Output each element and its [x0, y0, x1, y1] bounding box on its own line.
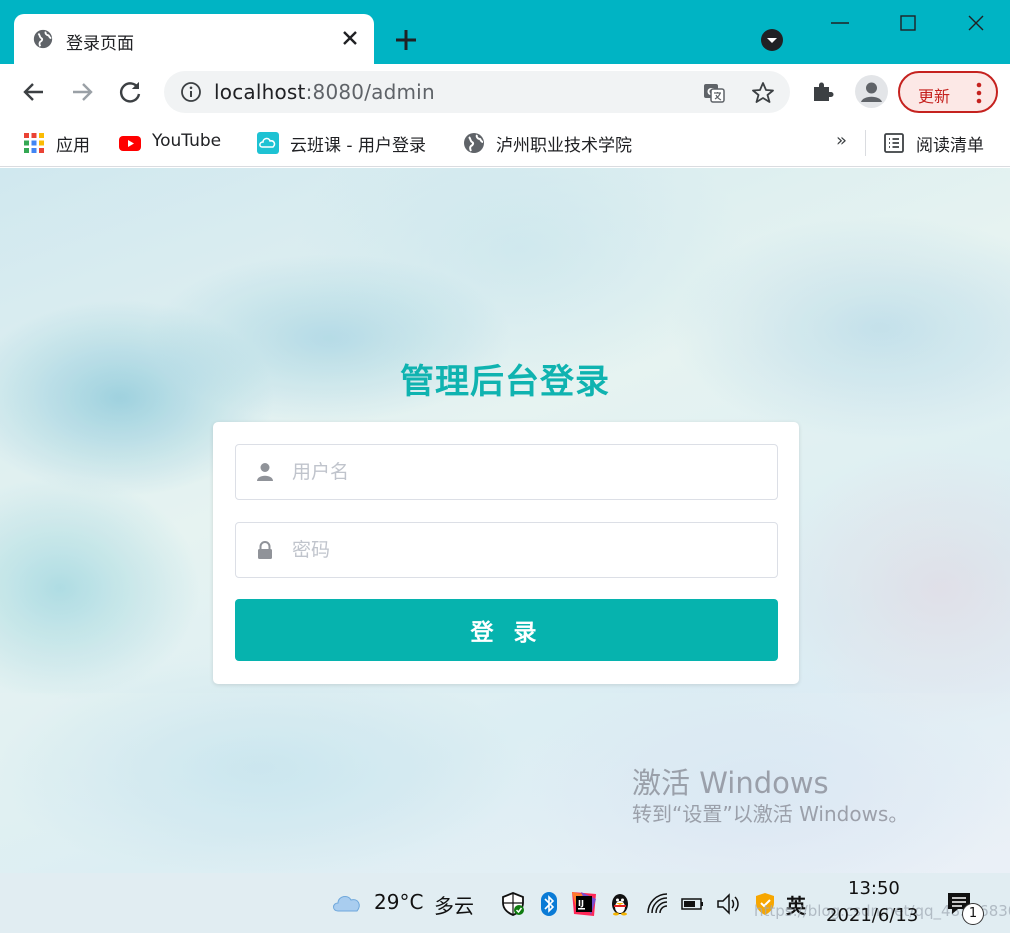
- window-close-icon[interactable]: [956, 10, 996, 38]
- tab-strip: 登录页面: [0, 0, 1010, 66]
- info-icon[interactable]: [180, 81, 202, 103]
- username-input[interactable]: [292, 445, 762, 499]
- windows-taskbar: 29°C 多云 IJ 英 https://blog.csdn.net/qq_48…: [0, 873, 1010, 933]
- url-path: :8080/admin: [305, 80, 435, 104]
- url-text: localhost:8080/admin: [214, 80, 435, 104]
- weather-temperature[interactable]: 29°C: [374, 890, 423, 914]
- activate-windows-title: 激活 Windows: [632, 766, 829, 800]
- password-field[interactable]: [235, 522, 778, 578]
- bookmark-label: YouTube: [152, 131, 222, 151]
- user-icon: [257, 463, 273, 481]
- login-form: 登 录: [213, 422, 799, 684]
- youtube-icon: [119, 136, 141, 151]
- lock-icon: [258, 541, 272, 559]
- new-tab-plus-icon[interactable]: [392, 26, 420, 54]
- password-input[interactable]: [292, 523, 762, 577]
- reload-icon[interactable]: [116, 78, 144, 106]
- clock-time[interactable]: 13:50: [848, 878, 900, 899]
- bookmark-label: 云班课 - 用户登录: [290, 136, 426, 156]
- weather-description[interactable]: 多云: [434, 890, 474, 919]
- reading-list-icon: [884, 133, 904, 153]
- extensions-puzzle-icon[interactable]: [810, 78, 836, 104]
- more-menu-icon[interactable]: [976, 82, 982, 104]
- url-host: localhost: [214, 80, 306, 104]
- background-lower-band: [0, 693, 1010, 873]
- close-icon[interactable]: [338, 26, 362, 50]
- tab-title: 登录页面: [66, 34, 134, 54]
- wifi-icon[interactable]: [645, 891, 671, 917]
- globe-icon: [464, 133, 484, 153]
- user-silhouette-icon: [861, 82, 882, 102]
- username-field[interactable]: [235, 444, 778, 500]
- cloud-class-icon: [257, 132, 279, 154]
- apps-grid-icon: [24, 133, 44, 153]
- tab-search-chevron-icon[interactable]: [760, 28, 784, 52]
- intellij-idea-icon[interactable]: IJ: [571, 891, 597, 917]
- activate-windows-subtitle: 转到“设置”以激活 Windows。: [632, 802, 909, 826]
- address-bar[interactable]: localhost:8080/admin G: [164, 71, 790, 113]
- tab-active[interactable]: 登录页面: [14, 14, 374, 66]
- windows-security-shield-icon[interactable]: [500, 891, 526, 917]
- page-viewport: 管理后台登录 登 录 激活 Windows 转到“设置”以激活 Windows。: [0, 168, 1010, 873]
- battery-icon[interactable]: [680, 891, 706, 917]
- forward-arrow-icon[interactable]: [68, 78, 96, 106]
- bookmark-label: 应用: [56, 136, 90, 156]
- globe-icon: [33, 29, 53, 49]
- more-bookmarks-chevron[interactable]: »: [836, 130, 847, 151]
- notification-count-badge: 1: [962, 903, 984, 925]
- back-arrow-icon[interactable]: [20, 78, 48, 106]
- bookmark-label: 泸州职业技术学院: [496, 136, 632, 156]
- bluetooth-icon[interactable]: [536, 891, 562, 917]
- cloudy-weather-icon[interactable]: [330, 889, 364, 915]
- maximize-icon[interactable]: [888, 10, 928, 38]
- login-button[interactable]: 登 录: [235, 599, 778, 661]
- bookmarks-bar: 应用 YouTube 云班课 - 用户登录 泸州职业技术学院 » 阅读清单: [0, 120, 1010, 167]
- clock-date[interactable]: 2021/6/13: [826, 905, 918, 926]
- reading-list-label: 阅读清单: [916, 136, 984, 156]
- svg-text:IJ: IJ: [578, 899, 584, 908]
- minimize-icon[interactable]: [820, 10, 860, 38]
- update-label: 更新: [918, 87, 951, 106]
- login-title: 管理后台登录: [400, 362, 610, 402]
- bookmarks-divider: [865, 130, 866, 156]
- update-button[interactable]: 更新: [898, 71, 998, 113]
- bookmark-star-icon[interactable]: [750, 80, 776, 106]
- translate-icon[interactable]: G: [702, 81, 726, 105]
- volume-speaker-icon[interactable]: [715, 891, 741, 917]
- browser-toolbar: localhost:8080/admin G 更新: [0, 64, 1010, 120]
- qq-penguin-icon[interactable]: [607, 891, 633, 917]
- profile-avatar[interactable]: [855, 75, 888, 108]
